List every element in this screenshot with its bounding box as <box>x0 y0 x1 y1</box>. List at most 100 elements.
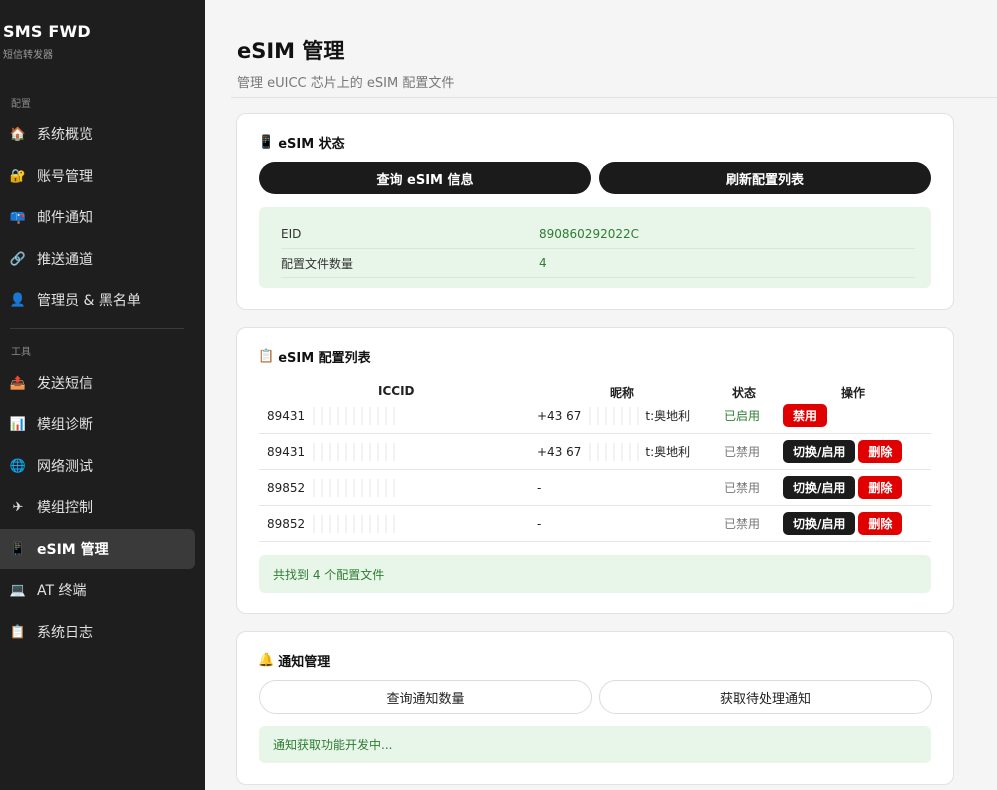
notification-card: 🔔 通知管理 查询通知数量 获取待处理通知 通知获取功能开发中... <box>236 631 954 785</box>
iccid-cell: 89431 <box>267 434 398 469</box>
iccid-cell: 89852 <box>267 506 398 541</box>
house-icon: 🏠 <box>9 126 27 142</box>
card-title-text: 通知管理 <box>278 655 331 670</box>
section-label-config: 配置 <box>11 99 31 110</box>
app-title: SMS FWD <box>3 22 91 41</box>
redacted-area <box>307 442 398 461</box>
actions-cell: 切换/启用 删除 <box>783 470 905 505</box>
status-text: 已启用 <box>724 409 761 423</box>
sidebar-item-email[interactable]: 📪 邮件通知 <box>0 197 195 237</box>
nickname-cell: +43 67 t:奥地利 <box>537 434 690 469</box>
delete-button[interactable]: 删除 <box>858 476 903 499</box>
laptop-icon: 💻 <box>9 582 27 598</box>
sidebar-item-label: eSIM 管理 <box>37 542 109 558</box>
sidebar-item-push[interactable]: 🔗 推送通道 <box>0 239 195 279</box>
sidebar-item-overview[interactable]: 🏠 系统概览 <box>0 114 195 154</box>
brand: SMS FWD 短信转发器 <box>3 22 91 61</box>
sidebar-item-label: 模组控制 <box>37 500 93 516</box>
redacted-area <box>307 406 398 425</box>
switch-enable-button[interactable]: 切换/启用 <box>783 512 856 535</box>
delete-button[interactable]: 删除 <box>858 512 903 535</box>
sidebar-divider <box>10 328 184 329</box>
nickname-text: - <box>537 516 542 531</box>
nickname-text: +43 67 <box>537 444 582 459</box>
sidebar-item-network-test[interactable]: 🌐 网络测试 <box>0 446 195 486</box>
switch-enable-button[interactable]: 切换/启用 <box>783 440 856 463</box>
esim-info-box: EID 890860292022C 配置文件数量 4 <box>259 207 931 288</box>
sidebar-item-diagnostics[interactable]: 📊 模组诊断 <box>0 404 195 444</box>
actions-cell: 禁用 <box>783 398 830 433</box>
status-text: 已禁用 <box>724 445 761 459</box>
page-subtitle: 管理 eUICC 芯片上的 eSIM 配置文件 <box>237 76 455 91</box>
iccid-cell: 89431 <box>267 398 398 433</box>
sidebar-item-label: 管理员 & 黑名单 <box>37 293 141 309</box>
info-row-eid: EID 890860292022C <box>281 220 915 249</box>
status-text: 已禁用 <box>724 517 761 531</box>
sidebar-item-module-control[interactable]: ✈ 模组控制 <box>0 487 195 527</box>
table-row: 89852 - 已禁用 切换/启用 删除 <box>259 470 931 506</box>
sidebar-item-at-terminal[interactable]: 💻 AT 终端 <box>0 570 195 610</box>
bar-chart-icon: 📊 <box>9 416 27 432</box>
switch-enable-button[interactable]: 切换/启用 <box>783 476 856 499</box>
table-row: 89852 - 已禁用 切换/启用 删除 <box>259 506 931 542</box>
outbox-icon: 📤 <box>9 375 27 391</box>
nickname-cell: - <box>537 470 541 505</box>
card-title-text: eSIM 状态 <box>278 137 345 152</box>
mailbox-icon: 📪 <box>9 209 27 225</box>
esim-profiles-card: 📋 eSIM 配置列表 ICCID 昵称 状态 操作 89431 +43 67 … <box>236 327 954 614</box>
esim-status-card: 📱 eSIM 状态 查询 eSIM 信息 刷新配置列表 EID 89086029… <box>236 113 954 310</box>
actions-cell: 切换/启用 删除 <box>783 434 905 469</box>
page-title: eSIM 管理 <box>237 39 345 63</box>
sidebar-item-admin[interactable]: 👤 管理员 & 黑名单 <box>0 280 195 320</box>
link-icon: 🔗 <box>9 251 27 267</box>
table-row: 89431 +43 67 t:奥地利 已启用 禁用 <box>259 398 931 434</box>
card-title-text: eSIM 配置列表 <box>278 351 371 366</box>
redacted-area <box>583 442 646 461</box>
info-value: 890860292022C <box>539 227 639 241</box>
iccid-text: 89852 <box>267 516 306 531</box>
card-title: 📱 eSIM 状态 <box>258 133 345 152</box>
sidebar: SMS FWD 短信转发器 配置 🏠 系统概览 🔐 账号管理 📪 邮件通知 🔗 … <box>0 0 205 790</box>
card-title: 📋 eSIM 配置列表 <box>258 347 371 366</box>
refresh-profiles-button[interactable]: 刷新配置列表 <box>599 162 931 194</box>
airplane-icon: ✈ <box>12 499 24 515</box>
info-key: EID <box>281 227 302 241</box>
sidebar-item-esim[interactable]: 📱 eSIM 管理 <box>0 529 195 569</box>
sidebar-item-accounts[interactable]: 🔐 账号管理 <box>0 156 195 196</box>
nickname-text: +43 67 <box>537 408 582 423</box>
sidebar-item-label: 推送通道 <box>37 252 93 268</box>
fetch-pending-notifications-button[interactable]: 获取待处理通知 <box>599 680 932 714</box>
actions-cell: 切换/启用 删除 <box>783 506 905 541</box>
status-text: 已禁用 <box>724 481 761 495</box>
redacted-area <box>307 478 398 497</box>
iccid-text: 89431 <box>267 408 306 423</box>
sidebar-item-label: AT 终端 <box>37 583 87 599</box>
query-esim-button[interactable]: 查询 eSIM 信息 <box>259 162 591 194</box>
iccid-text: 89431 <box>267 444 306 459</box>
iccid-cell: 89852 <box>267 470 398 505</box>
sidebar-item-label: 网络测试 <box>37 459 93 475</box>
sidebar-item-label: 账号管理 <box>37 169 93 185</box>
mobile-phone-icon: 📱 <box>9 541 27 557</box>
info-row-profile-count: 配置文件数量 4 <box>281 249 915 278</box>
lock-icon: 🔐 <box>9 168 27 184</box>
nickname-tail: t:奥地利 <box>645 445 691 459</box>
query-notification-count-button[interactable]: 查询通知数量 <box>259 680 592 714</box>
notification-status-message: 通知获取功能开发中... <box>259 726 931 763</box>
nickname-cell: - <box>537 506 541 541</box>
info-key: 配置文件数量 <box>281 256 354 271</box>
sidebar-item-label: 模组诊断 <box>37 417 93 433</box>
sidebar-item-send-sms[interactable]: 📤 发送短信 <box>0 363 195 403</box>
table-row: 89431 +43 67 t:奥地利 已禁用 切换/启用 删除 <box>259 434 931 470</box>
card-title: 🔔 通知管理 <box>258 651 330 670</box>
delete-button[interactable]: 删除 <box>858 440 903 463</box>
sidebar-item-label: 邮件通知 <box>37 210 93 226</box>
section-label-tools: 工具 <box>11 347 31 358</box>
nickname-tail: t:奥地利 <box>645 409 691 423</box>
sidebar-item-system-log[interactable]: 📋 系统日志 <box>0 612 195 652</box>
disable-button[interactable]: 禁用 <box>783 404 828 427</box>
header-divider <box>231 97 997 98</box>
sidebar-item-label: 发送短信 <box>37 376 93 392</box>
info-value: 4 <box>539 256 547 270</box>
admin-user-icon: 👤 <box>9 292 27 308</box>
